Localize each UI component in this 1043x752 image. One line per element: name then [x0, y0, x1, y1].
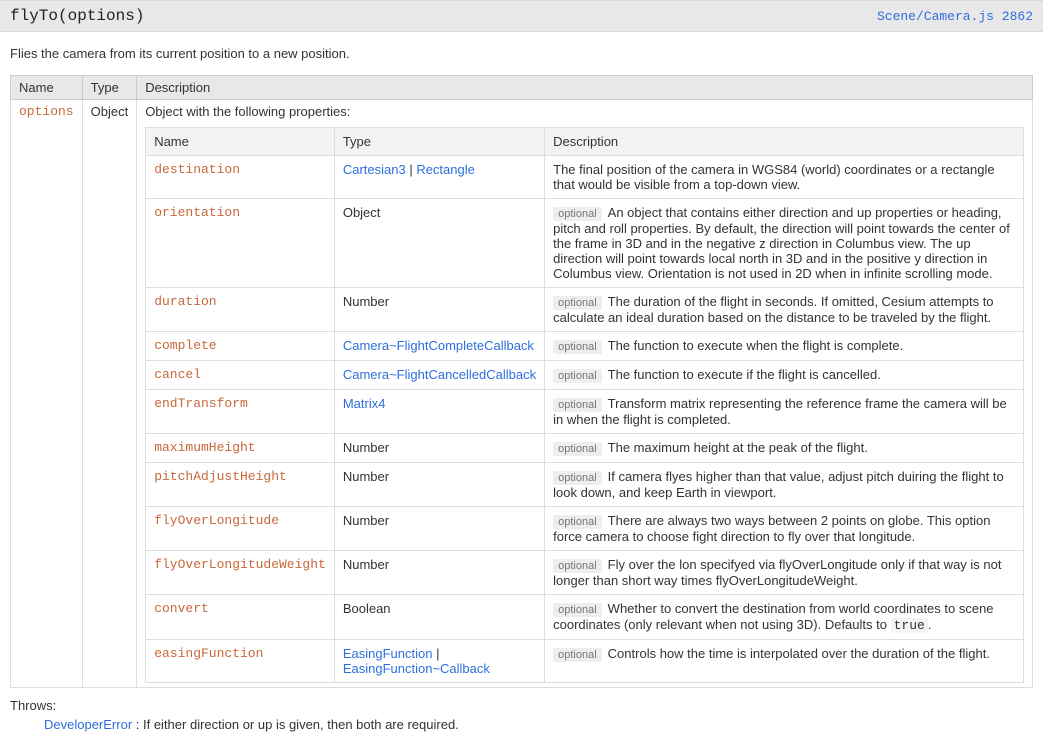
prop-type: EasingFunction | EasingFunction~Callback — [334, 640, 544, 683]
optional-badge: optional — [553, 296, 602, 310]
optional-badge: optional — [553, 648, 602, 662]
prop-row-destination: destination Cartesian3 | Rectangle The f… — [146, 156, 1024, 199]
prop-row-duration: duration Number optionalThe duration of … — [146, 288, 1024, 332]
method-signature: flyTo(options) — [10, 7, 144, 25]
optional-badge: optional — [553, 559, 602, 573]
prop-name: complete — [146, 332, 335, 361]
prop-row-pitchadjustheight: pitchAdjustHeight Number optionalIf came… — [146, 463, 1024, 507]
prop-name: convert — [146, 595, 335, 640]
optional-badge: optional — [553, 442, 602, 456]
prop-row-flyoverlongitude: flyOverLongitude Number optionalThere ar… — [146, 507, 1024, 551]
prop-name: duration — [146, 288, 335, 332]
options-properties-table: Name Type Description destination Cartes… — [145, 127, 1024, 683]
prop-type: Number — [334, 434, 544, 463]
type-link-easingfunction-callback[interactable]: EasingFunction~Callback — [343, 661, 490, 676]
prop-name: destination — [146, 156, 335, 199]
prop-type: Camera~FlightCompleteCallback — [334, 332, 544, 361]
col-name: Name — [11, 76, 83, 100]
col-desc: Description — [137, 76, 1033, 100]
param-row-options: options Object Object with the following… — [11, 100, 1033, 688]
throws-text: : If either direction or up is given, th… — [132, 717, 459, 732]
prop-row-orientation: orientation Object optionalAn object tha… — [146, 199, 1024, 288]
optional-badge: optional — [553, 515, 602, 529]
optional-badge: optional — [553, 340, 602, 354]
throws-block: Throws: DeveloperError : If either direc… — [0, 688, 1043, 752]
prop-desc: optionalFly over the lon specifyed via f… — [545, 551, 1024, 595]
prop-row-endtransform: endTransform Matrix4 optionalTransform m… — [146, 390, 1024, 434]
prop-desc: optionalThe function to execute if the f… — [545, 361, 1024, 390]
prop-name: cancel — [146, 361, 335, 390]
col-type: Type — [82, 76, 137, 100]
options-intro: Object with the following properties: — [145, 104, 1024, 121]
optional-badge: optional — [553, 207, 602, 221]
prop-desc: The final position of the camera in WGS8… — [545, 156, 1024, 199]
prop-type: Cartesian3 | Rectangle — [334, 156, 544, 199]
method-header: flyTo(options) Scene/Camera.js 2862 — [0, 0, 1043, 32]
prop-desc: optionalThe maximum height at the peak o… — [545, 434, 1024, 463]
prop-desc: optionalTransform matrix representing th… — [545, 390, 1024, 434]
prop-type: Boolean — [334, 595, 544, 640]
throws-item: DeveloperError : If either direction or … — [10, 717, 1033, 732]
prop-name: endTransform — [146, 390, 335, 434]
prop-row-cancel: cancel Camera~FlightCancelledCallback op… — [146, 361, 1024, 390]
prop-name: flyOverLongitude — [146, 507, 335, 551]
inner-col-type: Type — [334, 128, 544, 156]
default-true-code: true — [891, 618, 928, 633]
type-link-rectangle[interactable]: Rectangle — [416, 162, 475, 177]
prop-row-convert: convert Boolean optionalWhether to conve… — [146, 595, 1024, 640]
prop-type: Number — [334, 463, 544, 507]
prop-desc: optionalThe function to execute when the… — [545, 332, 1024, 361]
prop-name: maximumHeight — [146, 434, 335, 463]
param-desc-cell: Object with the following properties: Na… — [137, 100, 1033, 688]
prop-desc: optionalThere are always two ways betwee… — [545, 507, 1024, 551]
optional-badge: optional — [553, 369, 602, 383]
params-table: Name Type Description options Object Obj… — [10, 75, 1033, 688]
type-link-flightcompletecallback[interactable]: Camera~FlightCompleteCallback — [343, 338, 534, 353]
prop-desc: optionalWhether to convert the destinati… — [545, 595, 1024, 640]
prop-row-complete: complete Camera~FlightCompleteCallback o… — [146, 332, 1024, 361]
param-type: Object — [82, 100, 137, 688]
type-link-easingfunction[interactable]: EasingFunction — [343, 646, 433, 661]
prop-row-easingfunction: easingFunction EasingFunction | EasingFu… — [146, 640, 1024, 683]
prop-row-maximumheight: maximumHeight Number optionalThe maximum… — [146, 434, 1024, 463]
method-description: Flies the camera from its current positi… — [0, 32, 1043, 75]
prop-type: Matrix4 — [334, 390, 544, 434]
prop-name: pitchAdjustHeight — [146, 463, 335, 507]
optional-badge: optional — [553, 603, 602, 617]
param-name: options — [11, 100, 83, 688]
optional-badge: optional — [553, 471, 602, 485]
source-link[interactable]: Scene/Camera.js 2862 — [877, 9, 1033, 24]
prop-type: Number — [334, 288, 544, 332]
prop-desc: optionalAn object that contains either d… — [545, 199, 1024, 288]
type-link-matrix4[interactable]: Matrix4 — [343, 396, 386, 411]
throws-label: Throws: — [10, 698, 1033, 713]
prop-desc: optionalControls how the time is interpo… — [545, 640, 1024, 683]
optional-badge: optional — [553, 398, 602, 412]
prop-type: Camera~FlightCancelledCallback — [334, 361, 544, 390]
prop-desc: optionalIf camera flyes higher than that… — [545, 463, 1024, 507]
prop-type: Object — [334, 199, 544, 288]
prop-name: orientation — [146, 199, 335, 288]
prop-row-flyoverlongitudeweight: flyOverLongitudeWeight Number optionalFl… — [146, 551, 1024, 595]
prop-name: easingFunction — [146, 640, 335, 683]
prop-name: flyOverLongitudeWeight — [146, 551, 335, 595]
prop-desc: optionalThe duration of the flight in se… — [545, 288, 1024, 332]
throws-error-type-link[interactable]: DeveloperError — [44, 717, 132, 732]
inner-col-desc: Description — [545, 128, 1024, 156]
inner-col-name: Name — [146, 128, 335, 156]
type-link-flightcancelledcallback[interactable]: Camera~FlightCancelledCallback — [343, 367, 536, 382]
prop-type: Number — [334, 507, 544, 551]
type-link-cartesian3[interactable]: Cartesian3 — [343, 162, 406, 177]
prop-type: Number — [334, 551, 544, 595]
